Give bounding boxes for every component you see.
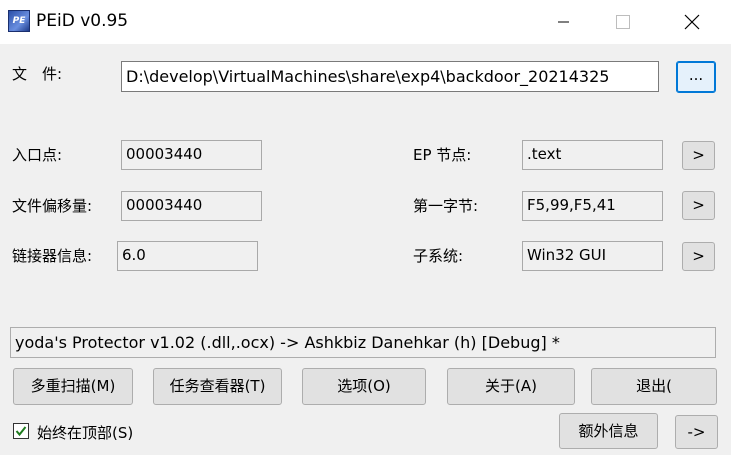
subsystem-field[interactable]: Win32 GUI xyxy=(522,241,663,271)
window-title: PEiD v0.95 xyxy=(36,11,129,31)
title-bar[interactable]: PE PEiD v0.95 xyxy=(0,0,731,44)
checkmark-icon xyxy=(15,426,27,437)
ep-section-field[interactable]: .text xyxy=(522,140,663,170)
file-path-field[interactable]: D:\develop\VirtualMachines\share\exp4\ba… xyxy=(121,61,659,92)
task-viewer-button[interactable]: 任务查看器(T) xyxy=(153,368,282,405)
about-button-label: 关于(A) xyxy=(485,377,537,395)
file-offset-label: 文件偏移量: xyxy=(12,197,93,215)
first-bytes-button[interactable]: > xyxy=(682,191,715,220)
ep-section-button[interactable]: > xyxy=(682,141,715,170)
close-button[interactable] xyxy=(668,0,714,44)
linker-info-label: 链接器信息: xyxy=(12,247,93,265)
subsystem-label: 子系统: xyxy=(413,247,464,265)
exit-button[interactable]: 退出( xyxy=(591,368,717,405)
detection-result-field[interactable]: yoda's Protector v1.02 (.dll,.ocx) -> As… xyxy=(10,327,716,358)
maximize-icon xyxy=(616,15,630,29)
minimize-icon xyxy=(558,21,569,23)
peid-app-icon: PE xyxy=(8,10,30,32)
file-offset-field[interactable]: 00003440 xyxy=(121,191,262,221)
first-bytes-label: 第一字节: xyxy=(413,197,479,215)
task-viewer-button-label: 任务查看器(T) xyxy=(169,377,266,395)
about-button[interactable]: 关于(A) xyxy=(447,368,575,405)
ep-section-button-label: > xyxy=(692,146,705,164)
extra-info-button-label: 额外信息 xyxy=(578,422,639,440)
first-bytes-button-label: > xyxy=(692,196,705,214)
first-bytes-field[interactable]: F5,99,F5,41 xyxy=(522,191,663,221)
always-on-top-label[interactable]: 始终在顶部(S) xyxy=(37,423,133,443)
close-icon xyxy=(684,14,700,30)
always-on-top-checkbox[interactable] xyxy=(13,423,29,439)
multi-scan-button[interactable]: 多重扫描(M) xyxy=(13,368,133,405)
ep-section-label: EP 节点: xyxy=(413,146,472,164)
more-button[interactable]: -> xyxy=(675,415,718,449)
browse-button-label: ... xyxy=(688,66,704,84)
minimize-button[interactable] xyxy=(540,0,586,44)
options-button-label: 选项(O) xyxy=(337,377,391,395)
extra-info-button[interactable]: 额外信息 xyxy=(559,413,658,449)
subsystem-button-label: > xyxy=(692,247,705,265)
file-label: 文 件: xyxy=(12,65,63,83)
browse-button[interactable]: ... xyxy=(676,61,716,93)
exit-button-label: 退出( xyxy=(636,377,672,395)
multi-scan-button-label: 多重扫描(M) xyxy=(30,377,116,395)
subsystem-button[interactable]: > xyxy=(682,242,715,271)
maximize-button[interactable] xyxy=(600,0,646,44)
more-button-label: -> xyxy=(687,423,706,441)
entry-point-field[interactable]: 00003440 xyxy=(121,140,262,170)
linker-info-field[interactable]: 6.0 xyxy=(117,241,258,271)
entry-point-label: 入口点: xyxy=(12,146,63,164)
options-button[interactable]: 选项(O) xyxy=(302,368,426,405)
